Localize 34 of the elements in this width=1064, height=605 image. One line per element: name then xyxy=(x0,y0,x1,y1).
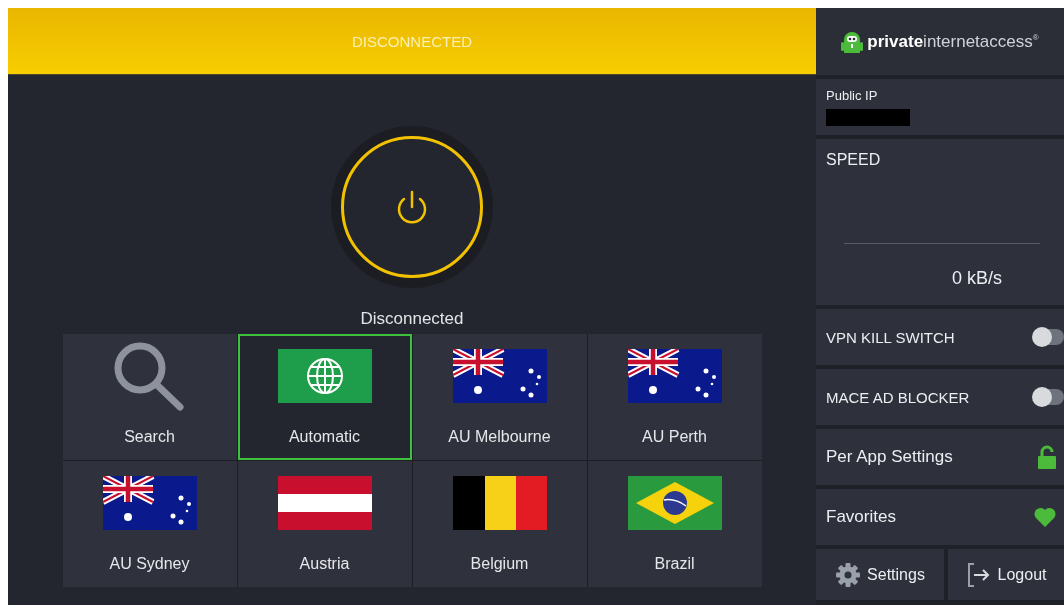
region-tile[interactable]: Austria xyxy=(237,461,412,587)
menu-item[interactable]: Favorites xyxy=(816,489,1064,545)
region-tile[interactable]: AU Melbourne xyxy=(412,334,587,460)
settings-icon xyxy=(835,561,862,588)
heart-icon xyxy=(1034,507,1056,527)
flag-icon xyxy=(102,476,197,530)
connection-status: Disconnected xyxy=(360,309,464,329)
region-tile[interactable]: AU Sydney xyxy=(62,461,237,587)
sidebar-button[interactable]: Logout xyxy=(948,549,1064,600)
lock-icon xyxy=(1038,445,1056,469)
power-button[interactable] xyxy=(341,136,483,278)
flag-icon xyxy=(452,476,547,530)
logout-icon xyxy=(965,561,992,588)
toggle-switch[interactable] xyxy=(1034,389,1064,405)
region-tile[interactable]: Automatic xyxy=(237,334,412,460)
flag-icon xyxy=(277,476,372,530)
flag-icon xyxy=(627,476,722,530)
sidebar-button[interactable]: Settings xyxy=(816,549,944,600)
status-text: DISCONNECTED xyxy=(352,32,472,50)
toggle-label: MACE AD BLOCKER xyxy=(826,388,970,406)
flag-icon xyxy=(452,349,547,403)
region-tile[interactable]: Search xyxy=(62,334,237,460)
toggle-label: VPN KILL SWITCH xyxy=(826,328,955,346)
region-tile[interactable]: Belgium xyxy=(412,461,587,587)
logo-text: privateinternetaccess$^{®}$ xyxy=(867,31,1039,52)
globe-icon xyxy=(277,349,372,403)
region-tile[interactable]: Brazil xyxy=(587,461,762,587)
speed-reading: 0 kB/s xyxy=(951,268,1002,289)
region-tile[interactable]: AU Perth xyxy=(587,334,762,460)
menu-item[interactable]: Per App Settings xyxy=(816,429,1064,485)
toggle-switch[interactable] xyxy=(1034,329,1064,345)
speed-label: SPEED xyxy=(826,151,882,169)
flag-icon xyxy=(627,349,722,403)
ip-label: Public IP xyxy=(826,88,879,103)
